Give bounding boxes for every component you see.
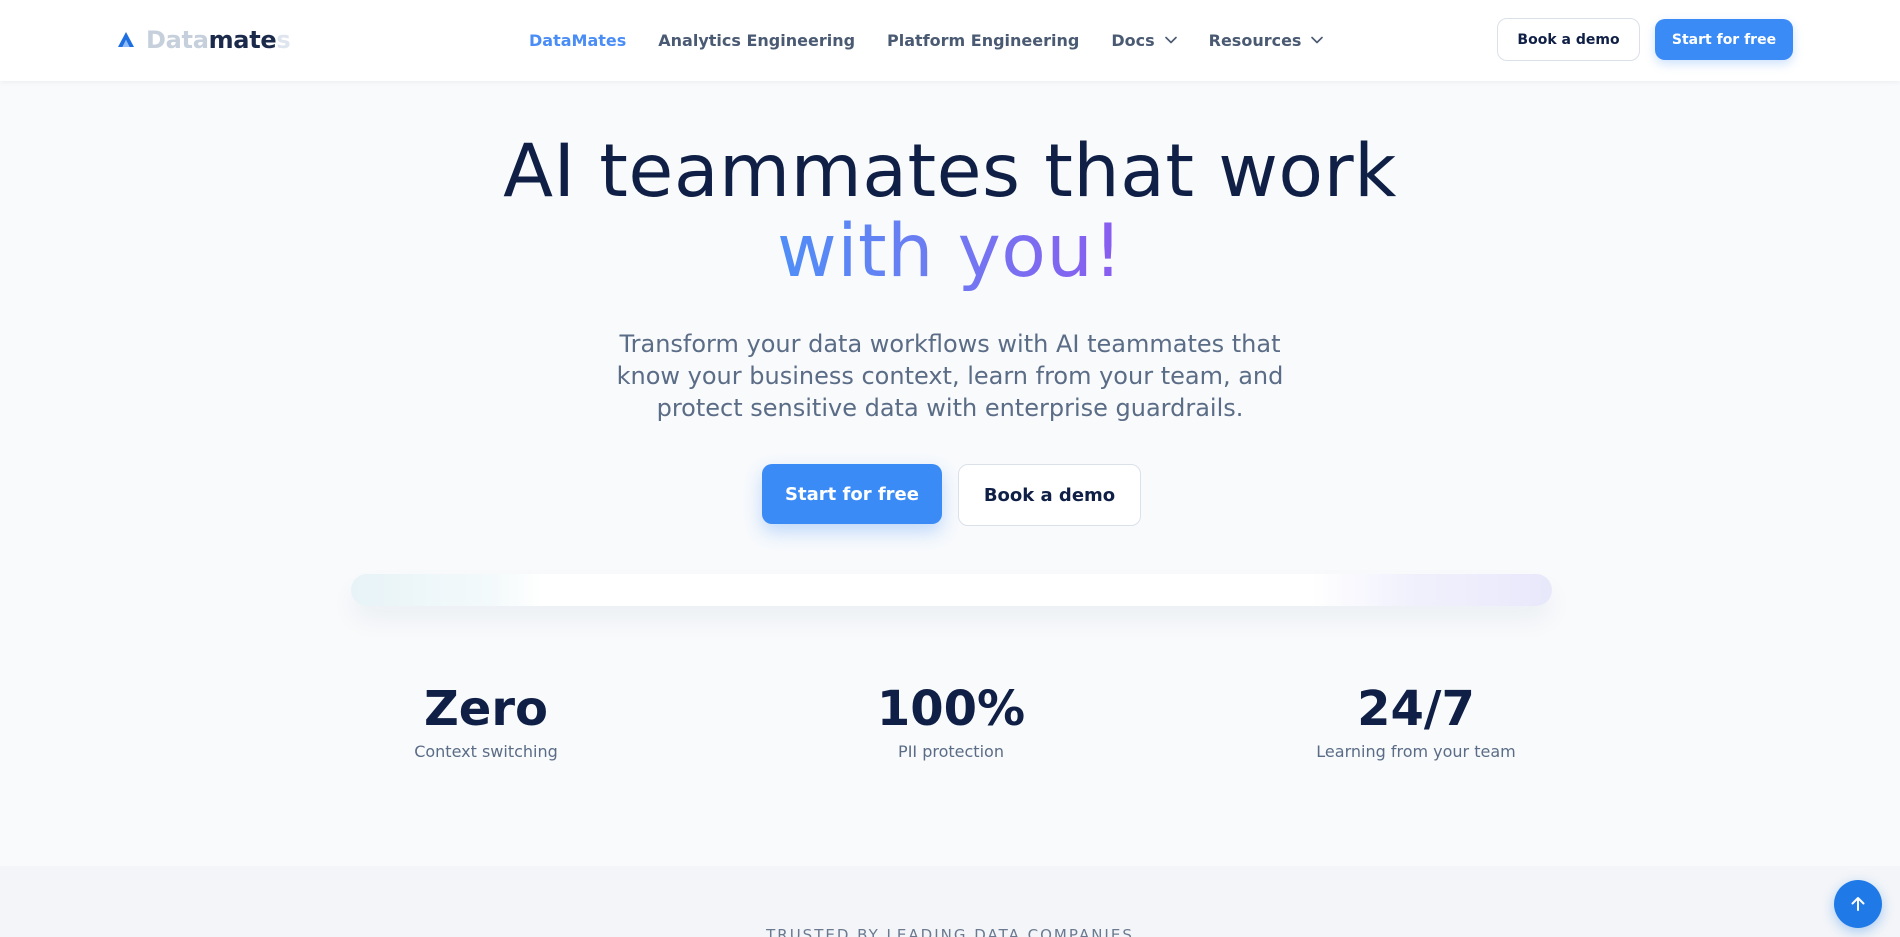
datamates-logo-icon — [118, 32, 134, 47]
nav-item-label: Platform Engineering — [887, 30, 1080, 50]
stat-value: 100% — [876, 681, 1026, 737]
logo-text-bold: mate — [208, 26, 277, 54]
nav-item-label: Analytics Engineering — [658, 30, 856, 50]
main-nav: DataMates Analytics Engineering Platform… — [529, 26, 1355, 54]
nav-item-analytics-engineering[interactable]: Analytics Engineering — [658, 31, 855, 50]
header-book-demo-button[interactable]: Book a demo — [1497, 18, 1640, 61]
stat-value: Zero — [423, 681, 548, 737]
brand-wordmark: Datamates — [146, 26, 291, 54]
stat-label: Learning from your team — [1316, 742, 1516, 761]
stat-label: Context switching — [414, 742, 558, 761]
hero-title: AI teammates that work with you! — [0, 132, 1900, 292]
nav-item-datamates[interactable]: DataMates — [529, 31, 626, 50]
hero-book-demo-button[interactable]: Book a demo — [958, 464, 1141, 526]
stat-pii-protection: 100% PII protection — [801, 680, 1101, 762]
chevron-down-icon — [1164, 36, 1177, 44]
chevron-down-icon — [1311, 36, 1324, 44]
site-header: Datamates DataMates Analytics Engineerin… — [0, 0, 1900, 81]
nav-item-label: Docs — [1111, 30, 1155, 50]
nav-item-platform-engineering[interactable]: Platform Engineering — [887, 31, 1079, 50]
scroll-to-top-button[interactable] — [1834, 880, 1882, 928]
logo-text-light: Data — [146, 26, 209, 54]
brand-logo[interactable]: Datamates — [116, 25, 291, 55]
stat-learning-from-team: 24/7 Learning from your team — [1266, 680, 1566, 762]
hero-decorative-glow-bar — [351, 574, 1552, 606]
hero-start-free-button[interactable]: Start for free — [762, 464, 942, 524]
stat-context-switching: Zero Context switching — [336, 680, 636, 762]
trusted-by-heading: TRUSTED BY LEADING DATA COMPANIES — [766, 926, 1134, 937]
stat-label: PII protection — [898, 742, 1004, 761]
hero-title-line-2: with you! — [777, 209, 1123, 294]
arrow-up-icon — [1851, 897, 1865, 911]
stat-value: 24/7 — [1357, 681, 1475, 737]
nav-item-label: DataMates — [529, 30, 627, 50]
hero-subtitle: Transform your data workflows with AI te… — [616, 330, 1284, 422]
logo-text-fade: s — [276, 26, 291, 54]
header-start-free-button[interactable]: Start for free — [1655, 19, 1793, 60]
nav-item-label: Resources — [1208, 30, 1302, 50]
nav-item-resources[interactable]: Resources — [1209, 31, 1324, 50]
nav-item-docs[interactable]: Docs — [1111, 30, 1177, 50]
trusted-by-section: TRUSTED BY LEADING DATA COMPANIES — [0, 866, 1900, 937]
hero-title-line-1: AI teammates that work — [503, 129, 1397, 214]
